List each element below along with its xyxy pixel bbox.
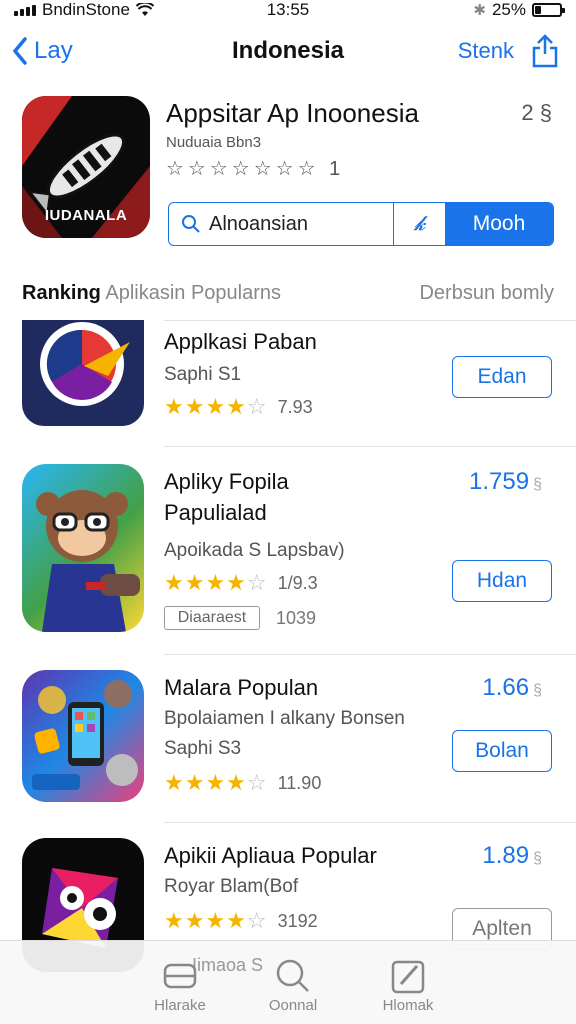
get-button[interactable]: Hdan xyxy=(452,560,552,602)
featured-count: 2 § xyxy=(521,100,552,125)
app-name: Applkasi Paban xyxy=(164,329,317,354)
app-price-value: 1.66 xyxy=(482,674,530,701)
section-see-all-link[interactable]: Derbsun bomly xyxy=(419,282,554,305)
app-name: Malara Populan xyxy=(164,675,319,700)
price-glyph: § xyxy=(533,476,542,493)
get-button[interactable]: Bolan xyxy=(452,730,552,772)
share-icon[interactable] xyxy=(532,34,558,68)
tab-label: Hlomak xyxy=(382,997,434,1014)
rating-count: 7.93 xyxy=(277,396,313,417)
app-icon xyxy=(22,670,144,802)
rating-count: 1/9.3 xyxy=(277,572,318,593)
app-name: Apliky Fopila Papulialad xyxy=(164,466,289,528)
search-value: Alnoansian xyxy=(209,212,308,235)
app-subtitle-2: Saphi S3 xyxy=(164,738,242,759)
nav-actions: Stenk xyxy=(458,34,558,68)
stars: ★★★★☆ xyxy=(164,908,268,933)
app-subtitle: Royar Blam(Bof xyxy=(164,876,299,897)
row-divider xyxy=(164,822,576,823)
featured-app[interactable]: IUDANALA Appsitar Ap Inoonesia 2 § Nudua… xyxy=(22,96,554,246)
app-price-value: 1.759 xyxy=(469,468,530,495)
app-row[interactable]: Applkasi Paban Saphi S1 ★★★★☆ 7.93 Edan xyxy=(0,320,576,446)
app-price: 1.759 § xyxy=(469,468,542,496)
tab-label: Oonnal xyxy=(268,997,318,1014)
search-input[interactable]: Alnoansian xyxy=(169,203,393,245)
back-button[interactable]: Lay xyxy=(12,37,73,65)
app-icon xyxy=(22,320,144,426)
featured-icon-text: IUDANALA xyxy=(44,207,128,224)
k-icon: 𝓴 xyxy=(413,212,426,235)
search-icon xyxy=(182,215,200,233)
app-name: Apikii Apliaua Popular xyxy=(164,843,377,868)
app-row[interactable]: Apliky Fopila Papulialad 1.759 § Apoikada… xyxy=(0,446,576,654)
clock: 13:55 xyxy=(266,0,310,19)
app-icon xyxy=(22,464,144,632)
search-icon xyxy=(275,955,311,997)
rating-count: 3192 xyxy=(277,910,318,931)
app-name-line-2: Papulialad xyxy=(164,500,267,525)
star-rating: ★★★★☆ 3192 xyxy=(164,908,318,934)
price-glyph: § xyxy=(533,850,542,867)
section-title: Ranking Aplikasin Popularns xyxy=(22,282,281,305)
filter-button[interactable]: 𝓴 xyxy=(393,203,445,245)
price-glyph: § xyxy=(533,682,542,699)
tab-search[interactable]: Oonnal xyxy=(243,955,343,1014)
app-name-line-1: Apliky Fopila xyxy=(164,469,289,494)
star-rating: ★★★★☆ 11.90 xyxy=(164,770,321,796)
tab-bar: Iimaoa S Hlarake Oonnal Hlomak xyxy=(0,940,576,1024)
get-button[interactable]: Edan xyxy=(452,356,552,398)
featured-subtitle: Nuduaia Bbn3 xyxy=(166,134,262,151)
app-subtitle: Saphi S1 xyxy=(164,364,242,385)
section-header: Ranking Aplikasin Popularns Derbsun boml… xyxy=(22,282,554,305)
app-subtitle: Bpolaiamen I alkany Bonsen xyxy=(164,708,405,729)
tag-count: 1039 xyxy=(276,608,317,628)
category-tag: Diaaraest xyxy=(164,606,260,630)
featured-rating: ☆☆☆☆☆☆☆ 1 xyxy=(166,158,345,180)
search-bar: Alnoansian 𝓴 Mooh xyxy=(168,202,554,246)
star-rating: ★★★★☆ 1/9.3 xyxy=(164,570,318,596)
app-row[interactable]: Malara Populan 1.66 § Bpolaiamen I alkany… xyxy=(0,654,576,822)
star-rating: ★★★★☆ 7.93 xyxy=(164,394,313,420)
stars: ★★★★☆ xyxy=(164,394,268,419)
app-subtitle: Apoikada S Lapsbav) xyxy=(164,540,345,561)
featured-title: Appsitar Ap Inoonesia xyxy=(166,98,419,128)
app-price-value: 1.89 xyxy=(482,842,530,869)
app-price: 1.66 § xyxy=(482,674,542,702)
stars: ★★★★☆ xyxy=(164,570,268,595)
section-title-rest: Aplikasin Popularns xyxy=(105,282,282,304)
app-price: 1.89 § xyxy=(482,842,542,870)
tab-label: Hlarake xyxy=(154,997,206,1014)
tab-edit[interactable]: Hlomak xyxy=(358,955,458,1014)
navigation-bar: Lay Indonesia Stenk xyxy=(0,28,576,74)
featured-app-icon: IUDANALA xyxy=(22,96,150,238)
edit-icon xyxy=(391,955,425,997)
chevron-left-icon xyxy=(13,37,27,65)
stack-icon xyxy=(163,955,197,997)
row-divider xyxy=(164,320,576,321)
tab-featured[interactable]: Hlarake xyxy=(130,955,230,1014)
battery-icon xyxy=(532,3,565,17)
back-label: Lay xyxy=(34,37,73,64)
nav-right-button[interactable]: Stenk xyxy=(458,38,514,64)
status-bar: BndinStone 13:55 ✱ 25% xyxy=(0,0,576,20)
stars: ★★★★☆ xyxy=(164,770,268,795)
section-title-bold: Ranking xyxy=(22,282,101,304)
search-submit-button[interactable]: Mooh xyxy=(445,203,553,245)
row-divider xyxy=(164,654,576,655)
battery-fill xyxy=(535,6,541,14)
rating-count: 11.90 xyxy=(277,772,322,793)
row-divider xyxy=(164,446,576,447)
